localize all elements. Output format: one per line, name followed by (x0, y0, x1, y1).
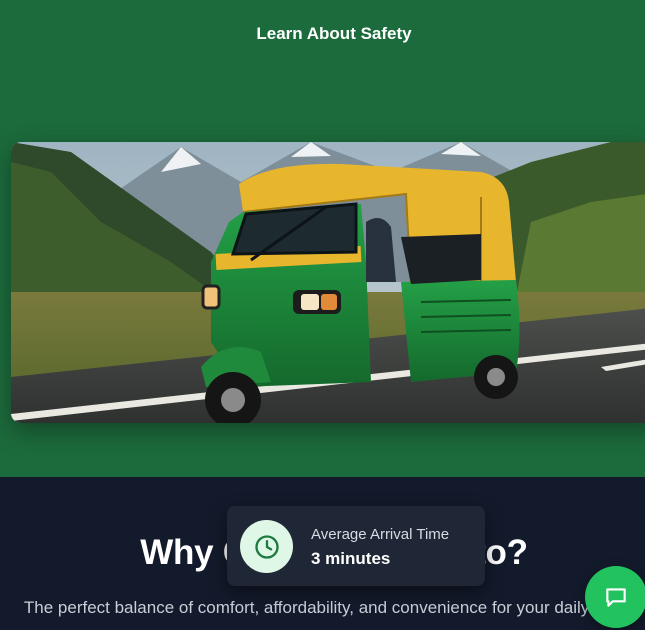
learn-about-safety-link[interactable]: Learn About Safety (0, 24, 645, 44)
toast-label: Average Arrival Time (311, 526, 450, 543)
auto-rickshaw-photo (11, 142, 645, 423)
arrival-time-toast: Average Arrival Time 3 minutes (227, 506, 485, 586)
clock-icon-wrapper (240, 520, 293, 573)
clock-icon (254, 534, 279, 559)
chat-button[interactable] (585, 566, 645, 628)
why-tagline: The perfect balance of comfort, affordab… (23, 598, 645, 617)
hero-section: Learn About Safety (0, 0, 645, 477)
chat-bubble-icon (606, 588, 626, 607)
toast-value: 3 minutes (311, 549, 391, 568)
hero-image (11, 142, 645, 423)
